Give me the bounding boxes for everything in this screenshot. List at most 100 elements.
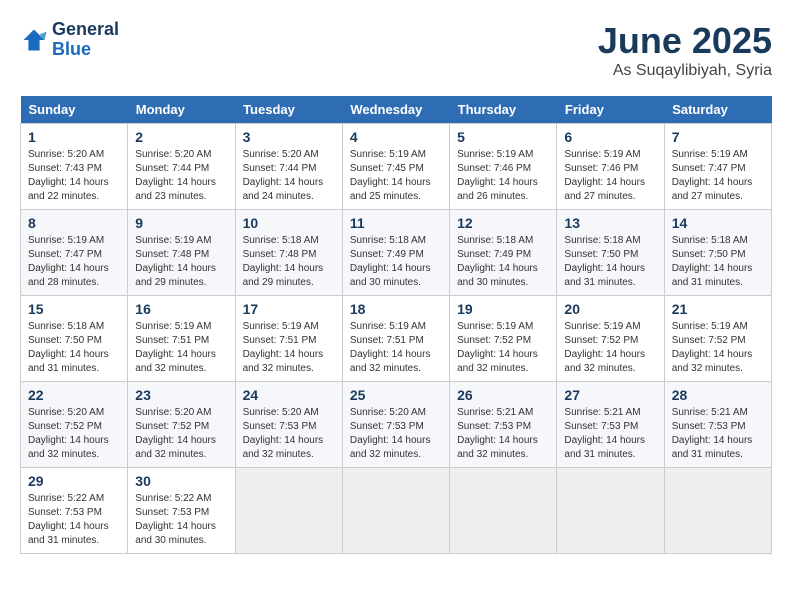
calendar-cell: 1 Sunrise: 5:20 AM Sunset: 7:43 PM Dayli… [21, 124, 128, 210]
day-info: Sunrise: 5:20 AM Sunset: 7:53 PM Dayligh… [243, 406, 335, 462]
col-thursday: Thursday [450, 96, 557, 124]
calendar-cell: 20 Sunrise: 5:19 AM Sunset: 7:52 PM Dayl… [557, 296, 664, 382]
day-info: Sunrise: 5:19 AM Sunset: 7:52 PM Dayligh… [672, 320, 764, 376]
day-number: 7 [672, 129, 764, 145]
day-number: 12 [457, 215, 549, 231]
col-saturday: Saturday [664, 96, 771, 124]
day-number: 11 [350, 215, 442, 231]
day-number: 4 [350, 129, 442, 145]
day-number: 25 [350, 387, 442, 403]
day-number: 13 [564, 215, 656, 231]
day-number: 30 [135, 473, 227, 489]
calendar-cell: 30 Sunrise: 5:22 AM Sunset: 7:53 PM Dayl… [128, 468, 235, 554]
logo-text-blue: Blue [52, 40, 119, 60]
day-info: Sunrise: 5:22 AM Sunset: 7:53 PM Dayligh… [135, 492, 227, 548]
day-number: 28 [672, 387, 764, 403]
title-block: June 2025 As Suqaylibiyah, Syria [598, 20, 772, 80]
day-number: 29 [28, 473, 120, 489]
day-info: Sunrise: 5:22 AM Sunset: 7:53 PM Dayligh… [28, 492, 120, 548]
day-info: Sunrise: 5:19 AM Sunset: 7:48 PM Dayligh… [135, 234, 227, 290]
calendar-table: Sunday Monday Tuesday Wednesday Thursday… [20, 96, 772, 554]
calendar-cell: 8 Sunrise: 5:19 AM Sunset: 7:47 PM Dayli… [21, 210, 128, 296]
day-info: Sunrise: 5:19 AM Sunset: 7:52 PM Dayligh… [457, 320, 549, 376]
day-number: 14 [672, 215, 764, 231]
day-info: Sunrise: 5:20 AM Sunset: 7:52 PM Dayligh… [135, 406, 227, 462]
day-number: 27 [564, 387, 656, 403]
calendar-cell: 21 Sunrise: 5:19 AM Sunset: 7:52 PM Dayl… [664, 296, 771, 382]
day-number: 8 [28, 215, 120, 231]
day-number: 22 [28, 387, 120, 403]
col-tuesday: Tuesday [235, 96, 342, 124]
day-info: Sunrise: 5:19 AM Sunset: 7:45 PM Dayligh… [350, 148, 442, 204]
calendar-header-row: Sunday Monday Tuesday Wednesday Thursday… [21, 96, 772, 124]
day-number: 20 [564, 301, 656, 317]
calendar-cell: 23 Sunrise: 5:20 AM Sunset: 7:52 PM Dayl… [128, 382, 235, 468]
day-number: 17 [243, 301, 335, 317]
calendar-cell: 26 Sunrise: 5:21 AM Sunset: 7:53 PM Dayl… [450, 382, 557, 468]
col-monday: Monday [128, 96, 235, 124]
calendar-cell: 12 Sunrise: 5:18 AM Sunset: 7:49 PM Dayl… [450, 210, 557, 296]
calendar-cell [450, 468, 557, 554]
calendar-cell: 22 Sunrise: 5:20 AM Sunset: 7:52 PM Dayl… [21, 382, 128, 468]
calendar-cell: 16 Sunrise: 5:19 AM Sunset: 7:51 PM Dayl… [128, 296, 235, 382]
calendar-cell: 17 Sunrise: 5:19 AM Sunset: 7:51 PM Dayl… [235, 296, 342, 382]
day-info: Sunrise: 5:19 AM Sunset: 7:46 PM Dayligh… [457, 148, 549, 204]
day-info: Sunrise: 5:19 AM Sunset: 7:51 PM Dayligh… [243, 320, 335, 376]
logo-icon [20, 26, 48, 54]
day-info: Sunrise: 5:19 AM Sunset: 7:47 PM Dayligh… [672, 148, 764, 204]
calendar-cell: 19 Sunrise: 5:19 AM Sunset: 7:52 PM Dayl… [450, 296, 557, 382]
logo-text-general: General [52, 20, 119, 40]
day-info: Sunrise: 5:21 AM Sunset: 7:53 PM Dayligh… [457, 406, 549, 462]
calendar-cell: 15 Sunrise: 5:18 AM Sunset: 7:50 PM Dayl… [21, 296, 128, 382]
day-info: Sunrise: 5:19 AM Sunset: 7:52 PM Dayligh… [564, 320, 656, 376]
day-info: Sunrise: 5:20 AM Sunset: 7:44 PM Dayligh… [135, 148, 227, 204]
calendar-cell: 28 Sunrise: 5:21 AM Sunset: 7:53 PM Dayl… [664, 382, 771, 468]
calendar-cell: 7 Sunrise: 5:19 AM Sunset: 7:47 PM Dayli… [664, 124, 771, 210]
day-info: Sunrise: 5:18 AM Sunset: 7:50 PM Dayligh… [28, 320, 120, 376]
calendar-cell: 5 Sunrise: 5:19 AM Sunset: 7:46 PM Dayli… [450, 124, 557, 210]
col-wednesday: Wednesday [342, 96, 449, 124]
day-number: 23 [135, 387, 227, 403]
calendar-row-2: 8 Sunrise: 5:19 AM Sunset: 7:47 PM Dayli… [21, 210, 772, 296]
day-number: 19 [457, 301, 549, 317]
day-info: Sunrise: 5:20 AM Sunset: 7:43 PM Dayligh… [28, 148, 120, 204]
day-number: 6 [564, 129, 656, 145]
calendar-row-1: 1 Sunrise: 5:20 AM Sunset: 7:43 PM Dayli… [21, 124, 772, 210]
month-title: June 2025 [598, 20, 772, 62]
calendar-cell: 27 Sunrise: 5:21 AM Sunset: 7:53 PM Dayl… [557, 382, 664, 468]
calendar-cell: 2 Sunrise: 5:20 AM Sunset: 7:44 PM Dayli… [128, 124, 235, 210]
day-number: 9 [135, 215, 227, 231]
calendar-cell: 4 Sunrise: 5:19 AM Sunset: 7:45 PM Dayli… [342, 124, 449, 210]
day-number: 16 [135, 301, 227, 317]
day-info: Sunrise: 5:18 AM Sunset: 7:49 PM Dayligh… [457, 234, 549, 290]
day-info: Sunrise: 5:20 AM Sunset: 7:53 PM Dayligh… [350, 406, 442, 462]
day-number: 21 [672, 301, 764, 317]
day-number: 5 [457, 129, 549, 145]
day-info: Sunrise: 5:18 AM Sunset: 7:50 PM Dayligh… [564, 234, 656, 290]
day-info: Sunrise: 5:19 AM Sunset: 7:46 PM Dayligh… [564, 148, 656, 204]
calendar-cell [342, 468, 449, 554]
calendar-cell: 6 Sunrise: 5:19 AM Sunset: 7:46 PM Dayli… [557, 124, 664, 210]
calendar-row-3: 15 Sunrise: 5:18 AM Sunset: 7:50 PM Dayl… [21, 296, 772, 382]
calendar-cell [557, 468, 664, 554]
day-number: 10 [243, 215, 335, 231]
day-number: 3 [243, 129, 335, 145]
calendar-cell: 24 Sunrise: 5:20 AM Sunset: 7:53 PM Dayl… [235, 382, 342, 468]
col-sunday: Sunday [21, 96, 128, 124]
logo: General Blue [20, 20, 119, 60]
day-info: Sunrise: 5:18 AM Sunset: 7:48 PM Dayligh… [243, 234, 335, 290]
day-number: 2 [135, 129, 227, 145]
page-header: General Blue June 2025 As Suqaylibiyah, … [20, 20, 772, 80]
calendar-row-4: 22 Sunrise: 5:20 AM Sunset: 7:52 PM Dayl… [21, 382, 772, 468]
day-number: 1 [28, 129, 120, 145]
day-info: Sunrise: 5:20 AM Sunset: 7:52 PM Dayligh… [28, 406, 120, 462]
calendar-cell: 14 Sunrise: 5:18 AM Sunset: 7:50 PM Dayl… [664, 210, 771, 296]
day-info: Sunrise: 5:19 AM Sunset: 7:47 PM Dayligh… [28, 234, 120, 290]
calendar-cell: 18 Sunrise: 5:19 AM Sunset: 7:51 PM Dayl… [342, 296, 449, 382]
calendar-cell: 10 Sunrise: 5:18 AM Sunset: 7:48 PM Dayl… [235, 210, 342, 296]
location: As Suqaylibiyah, Syria [598, 62, 772, 80]
calendar-cell [235, 468, 342, 554]
day-number: 24 [243, 387, 335, 403]
day-number: 26 [457, 387, 549, 403]
day-number: 18 [350, 301, 442, 317]
